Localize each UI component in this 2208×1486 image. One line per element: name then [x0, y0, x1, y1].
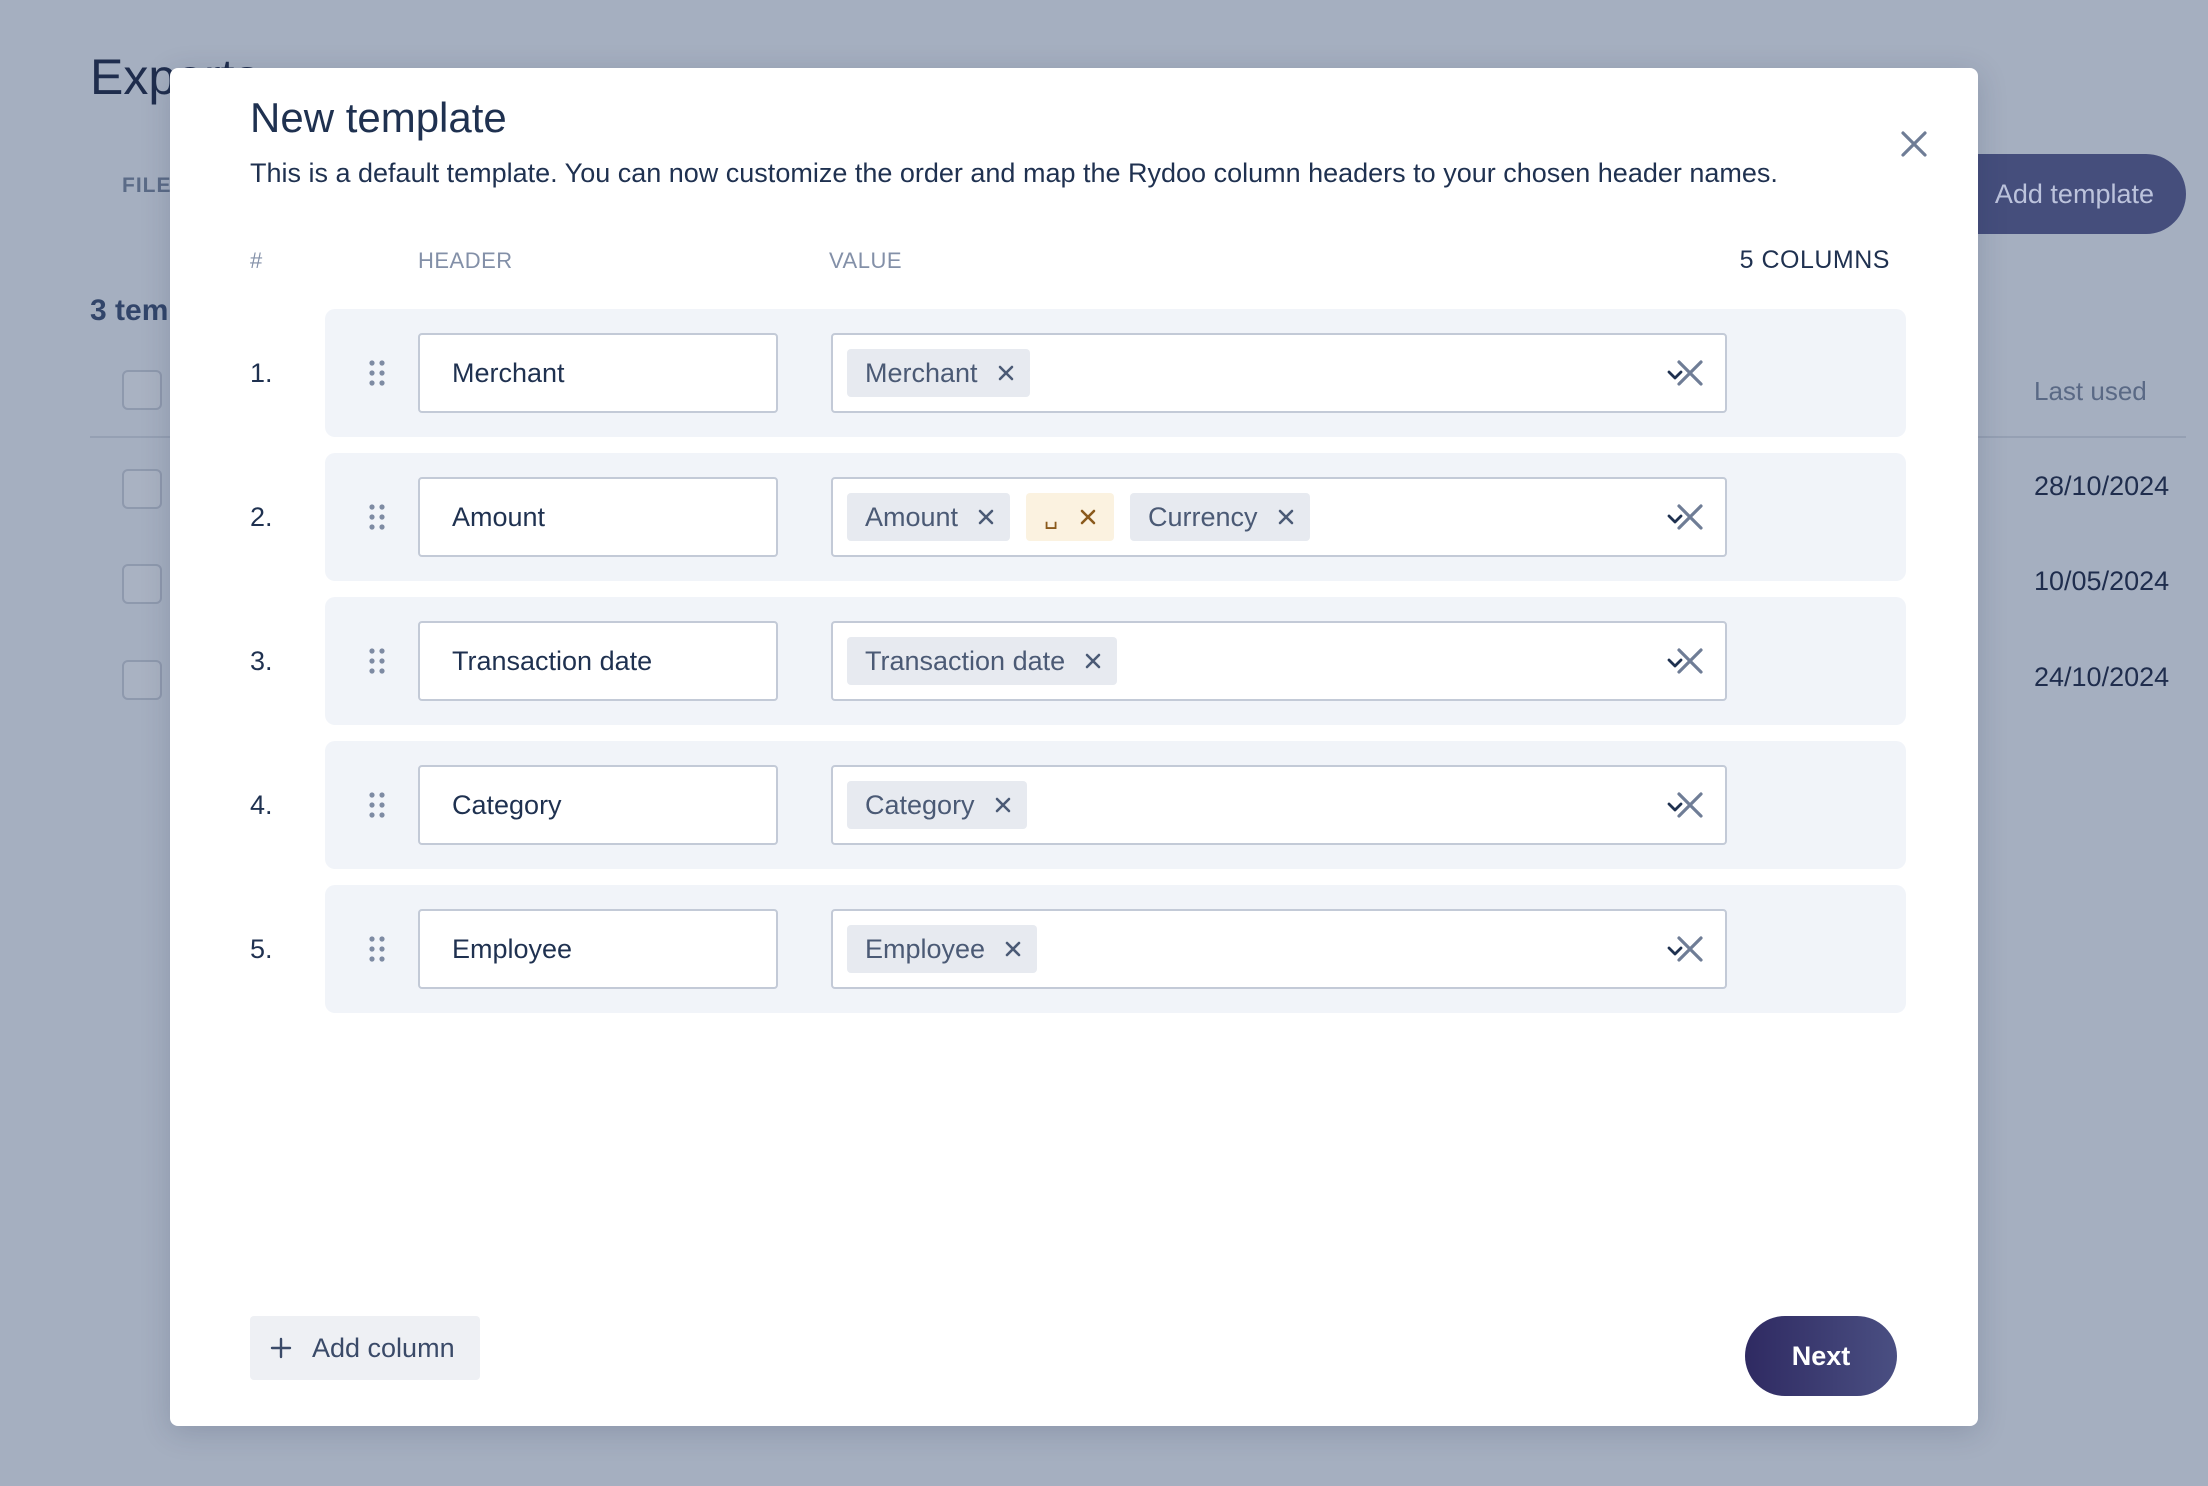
remove-chip-icon[interactable] [1080, 509, 1096, 525]
remove-chip-icon[interactable] [1085, 653, 1101, 669]
drag-handle-icon[interactable] [368, 359, 386, 387]
row-checkbox[interactable] [122, 660, 162, 700]
close-icon [1677, 792, 1703, 818]
value-select[interactable]: Merchant [831, 333, 1727, 413]
delete-row-button[interactable] [1670, 785, 1710, 825]
row-card: Employee [325, 885, 1906, 1013]
space-separator-chip: ␣ [1026, 493, 1115, 541]
chip-label: Merchant [865, 357, 978, 388]
drag-handle-icon[interactable] [368, 647, 386, 675]
last-used-date: 24/10/2024 [2034, 662, 2170, 692]
chip-label: Transaction date [865, 645, 1066, 676]
plus-icon [270, 1337, 292, 1359]
modal-title: New template [250, 94, 507, 141]
drag-handle-icon[interactable] [368, 935, 386, 963]
row-card: Amount ␣ Currency [325, 453, 1906, 581]
column-value-header: VALUE [829, 248, 903, 273]
header-name-input[interactable] [418, 765, 778, 845]
header-name-input[interactable] [418, 333, 778, 413]
row-number: 2. [250, 502, 273, 532]
close-icon [1677, 648, 1703, 674]
row-number: 3. [250, 646, 273, 676]
value-chip: Employee [847, 925, 1038, 973]
row-card: Transaction date [325, 597, 1906, 725]
row-checkbox[interactable] [122, 469, 162, 509]
value-select[interactable]: Employee [831, 909, 1727, 989]
template-row: 3. Transaction date [170, 597, 1978, 725]
header-name-input[interactable] [418, 909, 778, 989]
close-icon [1677, 936, 1703, 962]
close-button[interactable] [1890, 120, 1938, 168]
close-icon [1677, 360, 1703, 386]
value-select[interactable]: Amount ␣ Currency [831, 477, 1727, 557]
row-card: Category [325, 741, 1906, 869]
last-used-date: 28/10/2024 [2034, 471, 2170, 501]
value-select[interactable]: Transaction date [831, 621, 1727, 701]
value-chip: Category [847, 781, 1027, 829]
row-number: 1. [250, 358, 273, 388]
select-all-checkbox[interactable] [122, 370, 162, 410]
template-row: 2. Amount ␣ Currency [170, 453, 1978, 581]
template-row: 4. Category [170, 741, 1978, 869]
value-chip: Amount [847, 493, 1011, 541]
delete-row-button[interactable] [1670, 353, 1710, 393]
template-row: 1. Merchant [170, 309, 1978, 437]
chip-label: Employee [865, 933, 986, 964]
column-header-header: HEADER [418, 248, 513, 273]
remove-chip-icon[interactable] [995, 797, 1011, 813]
header-name-input[interactable] [418, 621, 778, 701]
add-column-button[interactable]: Add column [250, 1316, 480, 1380]
row-card: Merchant [325, 309, 1906, 437]
next-button[interactable]: Next [1745, 1316, 1897, 1396]
drag-handle-icon[interactable] [368, 791, 386, 819]
row-checkbox[interactable] [122, 564, 162, 604]
value-chip: Merchant [847, 349, 1030, 397]
close-icon [1901, 131, 1927, 157]
remove-chip-icon[interactable] [978, 509, 994, 525]
template-row: 5. Employee [170, 885, 1978, 1013]
chip-label: Category [865, 789, 975, 820]
value-chip: Currency [1130, 493, 1310, 541]
remove-chip-icon[interactable] [1278, 509, 1294, 525]
value-chip: Transaction date [847, 637, 1118, 685]
drag-handle-icon[interactable] [368, 503, 386, 531]
delete-row-button[interactable] [1670, 641, 1710, 681]
last-used-date: 10/05/2024 [2034, 566, 2170, 596]
row-number: 5. [250, 934, 273, 964]
columns-count: 5 COLUMNS [1739, 246, 1890, 274]
tab-file[interactable]: FILE [122, 174, 172, 198]
remove-chip-icon[interactable] [1005, 941, 1021, 957]
new-template-modal: New template This is a default template.… [170, 68, 1978, 1426]
close-icon [1677, 504, 1703, 530]
delete-row-button[interactable] [1670, 929, 1710, 969]
remove-chip-icon[interactable] [998, 365, 1014, 381]
row-number: 4. [250, 790, 273, 820]
space-icon: ␣ [1044, 504, 1059, 530]
add-column-label: Add column [312, 1332, 455, 1363]
value-select[interactable]: Category [831, 765, 1727, 845]
chip-label: Currency [1148, 501, 1258, 532]
header-name-input[interactable] [418, 477, 778, 557]
chip-label: Amount [865, 501, 959, 532]
column-number-header: # [250, 248, 263, 273]
last-used-column-header: Last used [2034, 376, 2147, 406]
delete-row-button[interactable] [1670, 497, 1710, 537]
modal-description: This is a default template. You can now … [250, 158, 1778, 188]
